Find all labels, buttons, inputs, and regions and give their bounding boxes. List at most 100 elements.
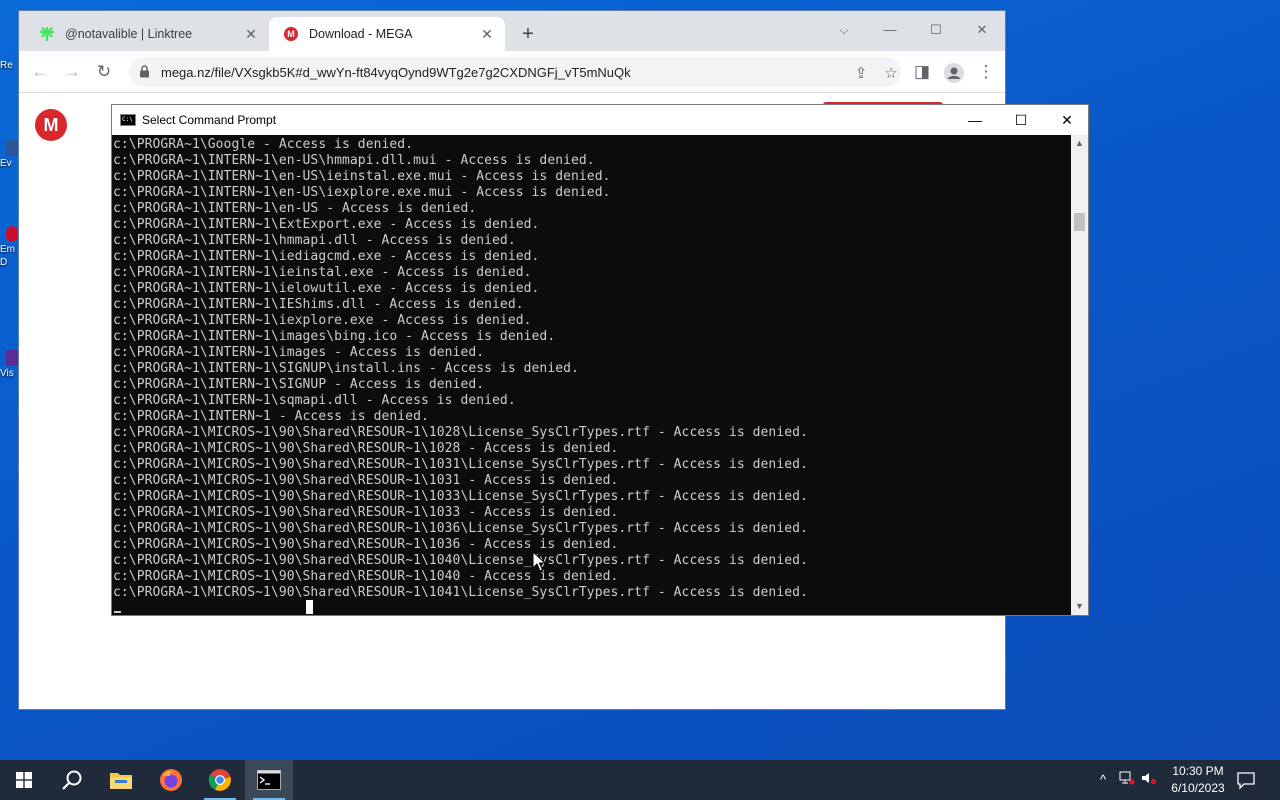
console-line: c:\PROGRA~1\INTERN~1\en-US\iexplore.exe.… — [113, 185, 611, 200]
notifications-icon[interactable] — [1236, 770, 1256, 790]
cmd-close-button[interactable]: ✕ — [1044, 105, 1090, 135]
desktop-icon-label: Vis — [0, 368, 14, 379]
desktop-icon-fragment[interactable]: Vis — [0, 350, 18, 379]
cmd-titlebar[interactable]: C:\ Select Command Prompt — ☐ ✕ — [112, 105, 1088, 135]
browser-toolbar: ← → ↻ mega.nz/file/VXsgkb5K#d_wwYn-ft84v… — [19, 51, 1005, 93]
console-line: c:\PROGRA~1\INTERN~1\images - Access is … — [113, 345, 485, 360]
app-icon — [6, 140, 18, 156]
console-line: c:\PROGRA~1\MICROS~1\90\Shared\RESOUR~1\… — [113, 489, 808, 504]
scroll-up-arrow-icon[interactable]: ▲ — [1071, 135, 1088, 152]
side-panel-icon[interactable]: ◨ — [909, 60, 935, 86]
console-line: c:\PROGRA~1\MICROS~1\90\Shared\RESOUR~1\… — [113, 457, 808, 472]
volume-muted-icon[interactable] — [1140, 771, 1158, 789]
console-line: c:\PROGRA~1\INTERN~1\ielowutil.exe - Acc… — [113, 281, 540, 296]
taskbar-chrome[interactable] — [196, 760, 244, 800]
back-arrow-icon[interactable]: ← — [27, 60, 53, 86]
kebab-menu-icon[interactable]: ⋮ — [973, 60, 999, 86]
clock-date: 6/10/2023 — [1171, 781, 1225, 795]
taskbar-file-explorer[interactable] — [97, 760, 145, 800]
share-icon[interactable]: ⇪ — [851, 64, 871, 84]
tab-title: Download - MEGA — [309, 27, 413, 41]
command-prompt-icon: C:\ — [120, 114, 136, 126]
scroll-down-arrow-icon[interactable]: ▼ — [1071, 598, 1088, 615]
lock-icon — [139, 65, 151, 79]
desktop-icon-label: Em — [0, 244, 15, 255]
console-line: c:\PROGRA~1\MICROS~1\90\Shared\RESOUR~1\… — [113, 441, 619, 456]
mouse-pointer-icon — [532, 551, 546, 572]
new-tab-button[interactable]: + — [517, 24, 539, 46]
desktop-icon-label: Re — [0, 60, 13, 71]
tab-title: @notavalible | Linktree — [65, 27, 193, 41]
console-output[interactable]: c:\PROGRA~1\Google - Access is denied. c:… — [112, 135, 1072, 615]
firefox-icon — [160, 769, 182, 791]
desktop-icon-label: D — [0, 257, 8, 268]
taskbar-firefox[interactable] — [147, 760, 195, 800]
console-line: c:\PROGRA~1\INTERN~1\iexplore.exe - Acce… — [113, 313, 532, 328]
chevron-up-icon[interactable]: ^ — [1094, 771, 1112, 789]
cmd-scrollbar[interactable]: ▲ ▼ — [1071, 135, 1088, 615]
console-line: c:\PROGRA~1\INTERN~1\hmmapi.dll - Access… — [113, 233, 516, 248]
minimize-button[interactable]: — — [867, 17, 913, 43]
network-icon[interactable] — [1118, 771, 1136, 789]
taskbar: ^ 10:30 PM 6/10/2023 — [0, 760, 1280, 800]
maximize-button[interactable]: ☐ — [913, 17, 959, 43]
console-line: c:\PROGRA~1\MICROS~1\90\Shared\RESOUR~1\… — [113, 569, 619, 584]
console-line: c:\PROGRA~1\INTERN~1\sqmapi.dll - Access… — [113, 393, 516, 408]
desktop-icon-fragment[interactable]: Em D — [0, 226, 18, 268]
desktop-icon-fragment[interactable]: Ev — [0, 140, 18, 169]
console-line: c:\PROGRA~1\MICROS~1\90\Shared\RESOUR~1\… — [113, 425, 808, 440]
app-icon — [6, 350, 18, 366]
tab-linktree[interactable]: @notavalible | Linktree ✕ — [25, 17, 269, 51]
close-tab-icon[interactable]: ✕ — [479, 26, 495, 42]
close-window-button[interactable]: ✕ — [959, 17, 1005, 43]
console-line: c:\PROGRA~1\INTERN~1\en-US\ieinstal.exe.… — [113, 169, 611, 184]
console-line: c:\PROGRA~1\INTERN~1\images\bing.ico - A… — [113, 329, 556, 344]
command-prompt-window[interactable]: C:\ Select Command Prompt — ☐ ✕ c:\PROGR… — [111, 104, 1089, 616]
console-line: c:\PROGRA~1\INTERN~1\IEShims.dll - Acces… — [113, 297, 524, 312]
console-line: c:\PROGRA~1\INTERN~1\iediagcmd.exe - Acc… — [113, 249, 540, 264]
desktop-icon-label: Ev — [0, 158, 12, 169]
bookmark-star-icon[interactable]: ☆ — [881, 64, 901, 84]
console-line: c:\PROGRA~1\MICROS~1\90\Shared\RESOUR~1\… — [113, 473, 619, 488]
console-line: c:\PROGRA~1\MICROS~1\90\Shared\RESOUR~1\… — [113, 585, 808, 600]
mega-logo[interactable]: M — [35, 109, 67, 141]
tab-strip: @notavalible | Linktree ✕ M Download - M… — [19, 11, 1005, 51]
console-line: c:\PROGRA~1\INTERN~1\en-US\hmmapi.dll.mu… — [113, 153, 595, 168]
console-line: c:\PROGRA~1\MICROS~1\90\Shared\RESOUR~1\… — [113, 505, 619, 520]
console-line: c:\PROGRA~1\INTERN~1\SIGNUP\install.ins … — [113, 361, 579, 376]
console-line: c:\PROGRA~1\INTERN~1 - Access is denied. — [113, 409, 429, 424]
chrome-icon — [208, 769, 231, 791]
file-explorer-icon — [110, 773, 132, 789]
clock-time: 10:30 PM — [1172, 764, 1224, 778]
url-text: mega.nz/file/VXsgkb5K#d_wwYn-ft84vyqOynd… — [161, 64, 631, 80]
command-prompt-icon — [257, 770, 281, 790]
console-line: c:\PROGRA~1\MICROS~1\90\Shared\RESOUR~1\… — [113, 553, 808, 568]
forward-arrow-icon[interactable]: → — [59, 60, 85, 86]
profile-avatar-icon[interactable] — [941, 60, 967, 86]
address-bar[interactable]: mega.nz/file/VXsgkb5K#d_wwYn-ft84vyqOynd… — [129, 57, 901, 87]
tab-search-icon[interactable]: ⌵ — [821, 17, 867, 43]
app-icon — [6, 226, 18, 242]
console-line: c:\PROGRA~1\INTERN~1\ExtExport.exe - Acc… — [113, 217, 540, 232]
start-icon — [16, 772, 32, 788]
taskbar-command-prompt[interactable] — [245, 760, 293, 800]
text-selection-cursor — [306, 600, 313, 614]
console-lines: c:\PROGRA~1\Google - Access is denied. c:… — [113, 137, 1072, 601]
console-line: c:\PROGRA~1\INTERN~1\ieinstal.exe - Acce… — [113, 265, 532, 280]
search-button[interactable] — [48, 760, 96, 800]
search-icon — [62, 770, 82, 790]
desktop-icon-fragment[interactable]: Re — [0, 58, 18, 71]
console-line: c:\PROGRA~1\INTERN~1\SIGNUP - Access is … — [113, 377, 485, 392]
scrollbar-thumb[interactable] — [1074, 213, 1085, 231]
cmd-minimize-button[interactable]: — — [952, 105, 998, 135]
close-tab-icon[interactable]: ✕ — [243, 26, 259, 42]
cmd-maximize-button[interactable]: ☐ — [998, 105, 1044, 135]
system-clock[interactable]: 10:30 PM 6/10/2023 — [1160, 763, 1236, 797]
console-line: c:\PROGRA~1\Google - Access is denied. — [113, 137, 414, 152]
console-line: c:\PROGRA~1\INTERN~1\en-US - Access is d… — [113, 201, 477, 216]
start-button[interactable] — [0, 760, 48, 800]
cmd-window-title: Select Command Prompt — [142, 113, 277, 127]
console-cursor — [114, 611, 121, 613]
tab-mega[interactable]: M Download - MEGA ✕ — [269, 17, 505, 51]
reload-icon[interactable]: ↻ — [91, 60, 117, 86]
